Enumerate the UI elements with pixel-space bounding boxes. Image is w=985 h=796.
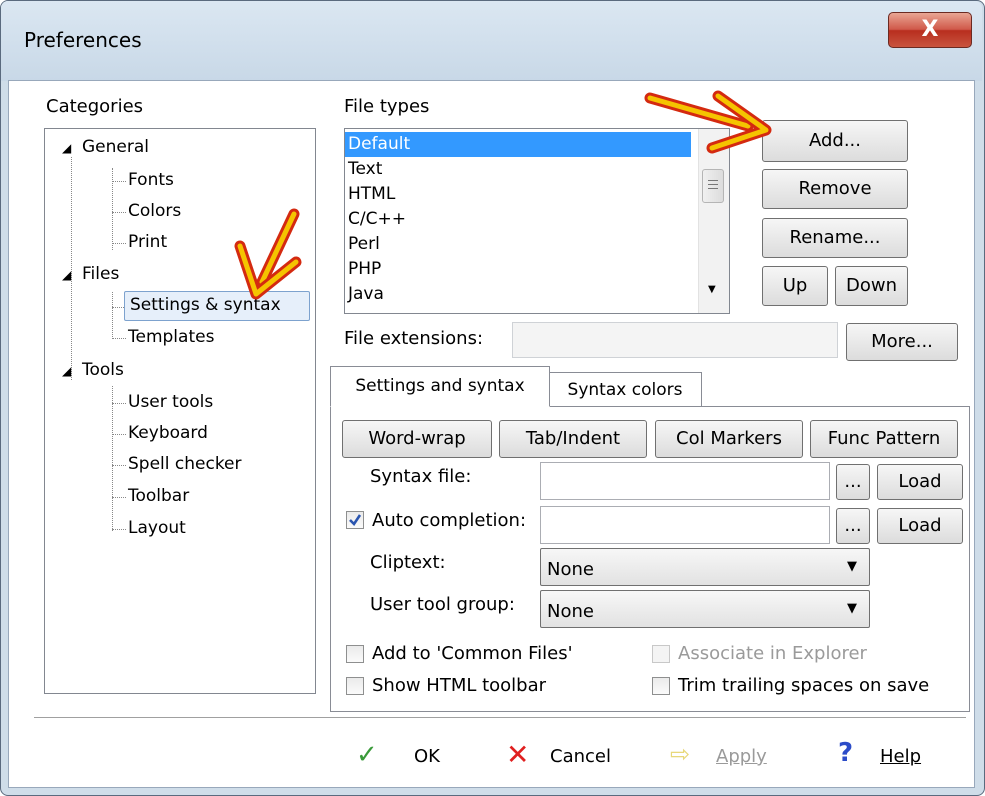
file-extensions-field[interactable] <box>512 322 838 358</box>
tab-indent-button[interactable]: Tab/Indent <box>499 420 647 458</box>
apply-button[interactable]: ⇨ Apply <box>670 740 780 776</box>
html-toolbar-label: Show HTML toolbar <box>372 675 547 696</box>
file-types-list[interactable]: Default Text HTML C/C++ Perl PHP Java ▲ … <box>344 128 730 314</box>
cancel-label: Cancel <box>550 746 611 767</box>
tree-guide <box>112 243 126 244</box>
apply-label: Apply <box>716 746 767 767</box>
tree-node-toolbar[interactable]: Toolbar <box>128 486 189 506</box>
file-types-label: File types <box>344 96 430 117</box>
syntax-file-browse-button[interactable]: ... <box>836 464 870 500</box>
associate-explorer-checkbox[interactable] <box>652 645 670 663</box>
help-label: Help <box>880 746 922 767</box>
cliptext-dropdown[interactable]: None ▼ <box>540 548 870 586</box>
tree-node-settings-syntax[interactable]: Settings & syntax <box>130 295 281 315</box>
auto-completion-load-button[interactable]: Load <box>877 508 963 544</box>
remove-button[interactable]: Remove <box>762 169 908 209</box>
common-files-checkbox[interactable] <box>346 645 364 663</box>
expand-triangle-icon[interactable]: ◢ <box>62 141 71 155</box>
expand-triangle-icon[interactable]: ◢ <box>62 364 71 378</box>
trim-spaces-checkbox[interactable] <box>652 677 670 695</box>
common-files-label: Add to 'Common Files' <box>372 643 573 664</box>
tree-guide <box>112 181 126 182</box>
window-title: Preferences <box>24 28 142 52</box>
tree-node-fonts[interactable]: Fonts <box>128 170 174 190</box>
list-scrollbar[interactable]: ▲ ▼ <box>698 129 729 313</box>
scroll-down-icon[interactable]: ▼ <box>708 284 716 295</box>
title-bar <box>1 1 982 81</box>
tree-node-keyboard[interactable]: Keyboard <box>128 423 208 443</box>
user-tool-group-dropdown[interactable]: None ▼ <box>540 590 870 628</box>
tree-guide <box>112 465 126 466</box>
tree-guide <box>112 434 126 435</box>
auto-completion-browse-button[interactable]: ... <box>836 508 870 544</box>
tree-node-files[interactable]: Files <box>82 264 119 284</box>
add-button[interactable]: Add... <box>762 120 908 162</box>
tree-guide <box>112 338 126 339</box>
user-tool-group-value: None <box>547 601 594 622</box>
scroll-up-icon[interactable]: ▲ <box>708 141 716 152</box>
func-pattern-button[interactable]: Func Pattern <box>810 420 958 458</box>
tree-guide-files <box>112 292 113 339</box>
down-button[interactable]: Down <box>835 266 908 306</box>
tree-node-colors[interactable]: Colors <box>128 201 181 221</box>
trim-spaces-label: Trim trailing spaces on save <box>678 675 930 696</box>
list-item[interactable]: C/C++ <box>345 207 729 232</box>
list-item[interactable]: Java <box>345 282 729 307</box>
tree-guide-tools <box>112 386 113 531</box>
tree-guide <box>112 403 126 404</box>
list-item[interactable]: HTML <box>345 182 729 207</box>
checkmark-icon <box>349 514 362 527</box>
checkmark-icon: ✓ <box>356 740 378 770</box>
associate-explorer-label: Associate in Explorer <box>678 643 867 664</box>
ok-label: OK <box>414 746 440 767</box>
tree-node-spell-checker[interactable]: Spell checker <box>128 454 242 474</box>
auto-completion-checkbox[interactable] <box>346 511 364 529</box>
tree-guide <box>112 497 126 498</box>
col-markers-button[interactable]: Col Markers <box>655 420 803 458</box>
up-button[interactable]: Up <box>762 266 828 306</box>
list-item[interactable]: Text <box>345 157 729 182</box>
user-tool-group-label: User tool group: <box>370 594 515 615</box>
tree-node-user-tools[interactable]: User tools <box>128 392 213 412</box>
close-button[interactable]: X <box>888 12 972 48</box>
ok-button[interactable]: ✓ OK <box>356 740 456 776</box>
auto-completion-field[interactable] <box>540 506 830 544</box>
cancel-button[interactable]: ✕ Cancel <box>506 738 626 776</box>
tree-node-tools[interactable]: Tools <box>82 360 124 380</box>
cliptext-value: None <box>547 559 594 580</box>
tree-node-templates[interactable]: Templates <box>128 327 214 347</box>
chevron-down-icon: ▼ <box>847 601 857 616</box>
tree-guide <box>112 212 126 213</box>
file-extensions-label: File extensions: <box>344 328 484 349</box>
expand-triangle-icon[interactable]: ◢ <box>62 268 71 282</box>
tab-settings-and-syntax[interactable]: Settings and syntax <box>330 366 550 407</box>
tab-syntax-colors[interactable]: Syntax colors <box>548 372 702 407</box>
cliptext-label: Cliptext: <box>370 552 446 573</box>
help-icon: ? <box>838 738 854 768</box>
syntax-file-field[interactable] <box>540 462 830 500</box>
scroll-thumb[interactable] <box>702 169 724 203</box>
tree-guide <box>112 529 126 530</box>
rename-button[interactable]: Rename... <box>762 218 908 258</box>
tree-node-print[interactable]: Print <box>128 232 167 252</box>
separator <box>34 717 966 719</box>
more-button[interactable]: More... <box>846 323 958 361</box>
syntax-file-load-button[interactable]: Load <box>877 464 963 500</box>
close-icon: ✕ <box>506 738 530 771</box>
list-item-default[interactable]: Default <box>345 132 691 157</box>
categories-label: Categories <box>46 96 144 117</box>
list-item[interactable]: PHP <box>345 257 729 282</box>
syntax-file-label: Syntax file: <box>370 466 472 487</box>
auto-completion-label: Auto completion: <box>372 510 527 531</box>
chevron-down-icon: ▼ <box>847 559 857 574</box>
right-arrow-icon: ⇨ <box>670 740 691 768</box>
tree-node-layout[interactable]: Layout <box>128 518 186 538</box>
word-wrap-button[interactable]: Word-wrap <box>342 420 492 458</box>
list-item[interactable]: Perl <box>345 232 729 257</box>
tree-node-general[interactable]: General <box>82 137 149 157</box>
help-button[interactable]: ? Help <box>836 738 946 774</box>
html-toolbar-checkbox[interactable] <box>346 677 364 695</box>
